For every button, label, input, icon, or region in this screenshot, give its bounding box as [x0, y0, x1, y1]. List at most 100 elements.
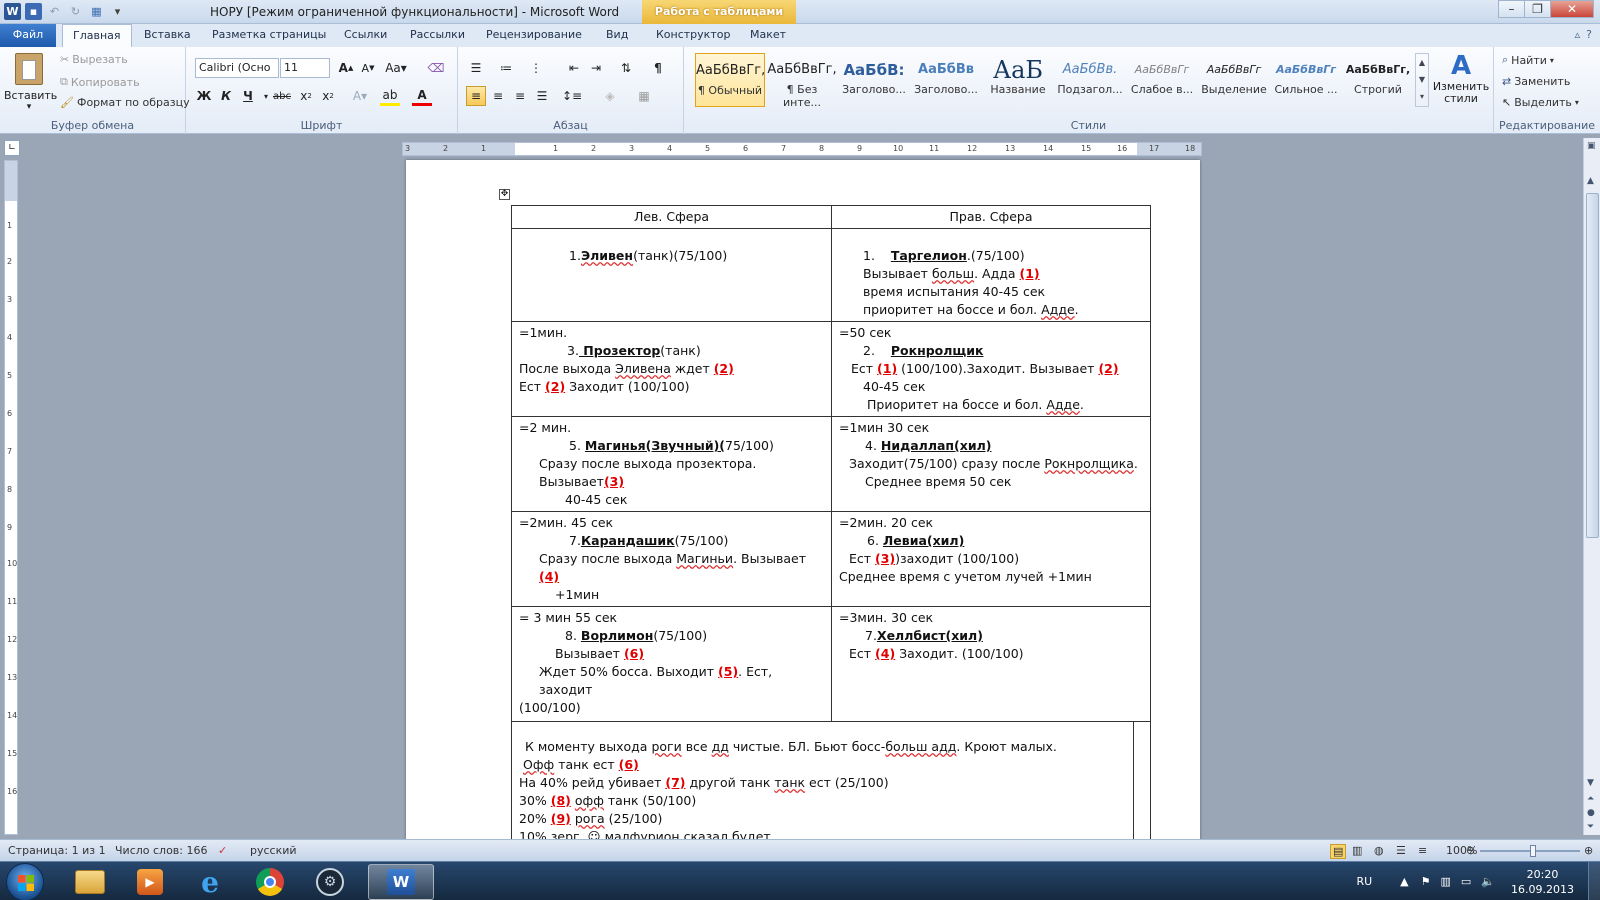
font-size-combo[interactable]: 11 — [280, 58, 330, 78]
word-count[interactable]: Число слов: 166 — [115, 844, 208, 857]
style-strong[interactable]: АаБбВвГг, Строгий — [1343, 53, 1413, 107]
table-cell[interactable]: =2мин. 45 сек 7.Карандашик(75/100) Сразу… — [511, 511, 832, 607]
style-normal[interactable]: АаБбВвГг, ¶ Обычный — [695, 53, 765, 107]
table-cell[interactable]: =50 сек 2. Рокнролщик Ест (1) (100/100).… — [831, 321, 1151, 417]
subscript-icon[interactable]: x2 — [296, 86, 316, 106]
tab-review[interactable]: Рецензирование — [476, 24, 592, 47]
change-case-icon[interactable]: Aa▾ — [385, 58, 407, 78]
chevron-up-icon[interactable]: ▵ — [1575, 28, 1581, 41]
word-taskbar-button[interactable]: W — [368, 864, 434, 900]
customize-qat-icon[interactable]: ▾ — [109, 3, 126, 20]
view-ruler-icon[interactable]: ▣ — [1587, 141, 1596, 151]
tab-file[interactable]: Файл — [0, 24, 56, 47]
style-subtle-emphasis[interactable]: АаБбВвГг Слабое в... — [1127, 53, 1197, 107]
numbering-icon[interactable]: ≔ — [496, 58, 516, 78]
table-cell[interactable]: = 3 мин 55 сек 8. Ворлимон(75/100) Вызыв… — [511, 606, 832, 722]
align-center-icon[interactable]: ≡ — [488, 86, 508, 106]
style-heading-1[interactable]: АаБбВ: Заголово... — [839, 53, 909, 107]
media-player-taskbar-button[interactable]: ▶ — [122, 864, 178, 900]
tab-insert[interactable]: Вставка — [134, 24, 201, 47]
style-no-spacing[interactable]: АаБбВвГг, ¶ Без инте... — [767, 53, 837, 109]
style-emphasis[interactable]: АаБбВвГг Выделение — [1199, 53, 1269, 107]
increase-indent-icon[interactable]: ⇥ — [586, 58, 606, 78]
font-color-icon[interactable]: A — [412, 86, 432, 106]
justify-icon[interactable]: ☰ — [532, 86, 552, 106]
decrease-indent-icon[interactable]: ⇤ — [564, 58, 584, 78]
zoom-out-icon[interactable]: ⊖ — [1466, 844, 1475, 857]
browse-object-icon[interactable]: ● — [1587, 808, 1595, 818]
borders-icon[interactable]: ▦ — [634, 86, 654, 106]
help-icon[interactable]: ? — [1586, 28, 1592, 41]
change-styles-button[interactable]: A Изменить стили — [1432, 51, 1490, 105]
tab-layout[interactable]: Макет — [740, 24, 796, 47]
scroll-up-icon[interactable]: ▲ — [1587, 176, 1594, 186]
action-center-icon[interactable]: ⚑ — [1421, 875, 1431, 888]
underline-icon[interactable]: Ч — [238, 86, 258, 106]
multilevel-list-icon[interactable]: ⋮ — [526, 58, 546, 78]
table-cell[interactable]: =2мин. 20 сек 6. Левиа(хил) Ест (3))захо… — [831, 511, 1151, 607]
tab-selector[interactable]: ∟ — [4, 140, 20, 156]
show-marks-icon[interactable]: ¶ — [648, 58, 668, 78]
table-cell[interactable]: =1мин. 3. Прозектор(танк) После выхода Э… — [511, 321, 832, 417]
vertical-ruler[interactable]: 1 2 3 4 5 6 7 8 9 10 11 12 13 14 15 16 — [4, 160, 18, 835]
horizontal-ruler[interactable]: 3 2 1 1 2 3 4 5 6 7 8 9 10 11 12 13 14 1… — [402, 142, 1202, 156]
grow-font-icon[interactable]: A ▲ — [336, 58, 356, 78]
prev-page-icon[interactable]: ⏶ — [1587, 794, 1594, 804]
align-left-icon[interactable]: ≡ — [466, 86, 486, 106]
explorer-taskbar-button[interactable] — [62, 864, 118, 900]
ie-taskbar-button[interactable]: e — [182, 864, 238, 900]
shading-icon[interactable]: ◈ — [600, 86, 620, 106]
cut-button[interactable]: ✂ Вырезать — [60, 53, 128, 66]
language-indicator[interactable]: русский — [250, 844, 297, 857]
start-button[interactable] — [6, 863, 44, 900]
scroll-down-icon[interactable]: ▼ — [1587, 778, 1594, 788]
zoom-in-icon[interactable]: ⊕ — [1584, 844, 1593, 857]
clock[interactable]: 20:20 16.09.2013 — [1511, 867, 1574, 897]
header-left[interactable]: Лев. Сфера — [511, 205, 832, 229]
tab-page-layout[interactable]: Разметка страницы — [202, 24, 336, 47]
bold-icon[interactable]: Ж — [194, 86, 214, 106]
superscript-icon[interactable]: x2 — [318, 86, 338, 106]
close-button[interactable]: ✕ — [1550, 0, 1594, 18]
text-effects-icon[interactable]: A▾ — [350, 86, 370, 106]
sort-icon[interactable]: ⇅ — [616, 58, 636, 78]
line-spacing-icon[interactable]: ↕≡ — [562, 86, 582, 106]
table-cell[interactable]: 1.Эливен(танк)(75/100) — [511, 228, 832, 322]
tab-home[interactable]: Главная — [62, 24, 132, 47]
keyboard-language[interactable]: RU — [1356, 875, 1372, 888]
document-page[interactable]: ✥ Лев. Сфера Прав. Сфера 1.Эливен(танк)(… — [406, 160, 1200, 840]
table-cell-merged[interactable]: К моменту выхода роги все дд чистые. БЛ.… — [511, 721, 1151, 840]
full-screen-reading-icon[interactable]: ▥ — [1352, 844, 1362, 857]
page-count[interactable]: Страница: 1 из 1 — [8, 844, 106, 857]
redo-icon[interactable]: ↻ — [67, 3, 84, 20]
style-subtitle[interactable]: АаБбВв. Подзагол... — [1055, 53, 1125, 107]
steam-taskbar-button[interactable]: ⚙ — [302, 864, 358, 900]
copy-button[interactable]: ⧉ Копировать — [60, 75, 140, 89]
select-button[interactable]: ↖ Выделить ▾ — [1502, 96, 1579, 109]
next-page-icon[interactable]: ⏷ — [1587, 822, 1594, 832]
align-right-icon[interactable]: ≡ — [510, 86, 530, 106]
table-move-handle[interactable]: ✥ — [499, 189, 510, 200]
tab-design[interactable]: Конструктор — [646, 24, 740, 47]
bullets-icon[interactable]: ☰ — [466, 58, 486, 78]
table-cell[interactable]: =2 мин. 5. Магинья(Звучный)(75/100) Сраз… — [511, 416, 832, 512]
style-title[interactable]: АаБ Название — [983, 53, 1053, 107]
raid-table[interactable]: Лев. Сфера Прав. Сфера 1.Эливен(танк)(75… — [511, 205, 1151, 840]
network-icon[interactable]: ▥ — [1441, 875, 1451, 888]
paste-button[interactable]: Вставить ▾ — [4, 51, 57, 113]
draft-icon[interactable]: ≡ — [1418, 844, 1427, 857]
tab-view[interactable]: Вид — [596, 24, 638, 47]
proofing-icon[interactable]: ✓ — [218, 844, 227, 857]
replace-button[interactable]: ⇄ Заменить — [1502, 75, 1570, 88]
style-intense-emphasis[interactable]: АаБбВвГг Сильное ... — [1271, 53, 1341, 107]
tab-references[interactable]: Ссылки — [334, 24, 397, 47]
tab-mailings[interactable]: Рассылки — [400, 24, 475, 47]
table-icon[interactable]: ▦ — [88, 3, 105, 20]
undo-icon[interactable]: ↶ — [46, 3, 63, 20]
strikethrough-icon[interactable]: abc — [272, 86, 292, 106]
tray-expand-icon[interactable]: ▲ — [1400, 875, 1408, 888]
table-cell[interactable]: =1мин 30 сек 4. Нидаллап(хил) Заходит(75… — [831, 416, 1151, 512]
monitor-icon[interactable]: ▭ — [1461, 875, 1471, 888]
table-cell[interactable]: 1. Таргелион.(75/100) Вызывает больш. Ад… — [831, 228, 1151, 322]
word-app-icon[interactable]: W — [4, 3, 21, 20]
